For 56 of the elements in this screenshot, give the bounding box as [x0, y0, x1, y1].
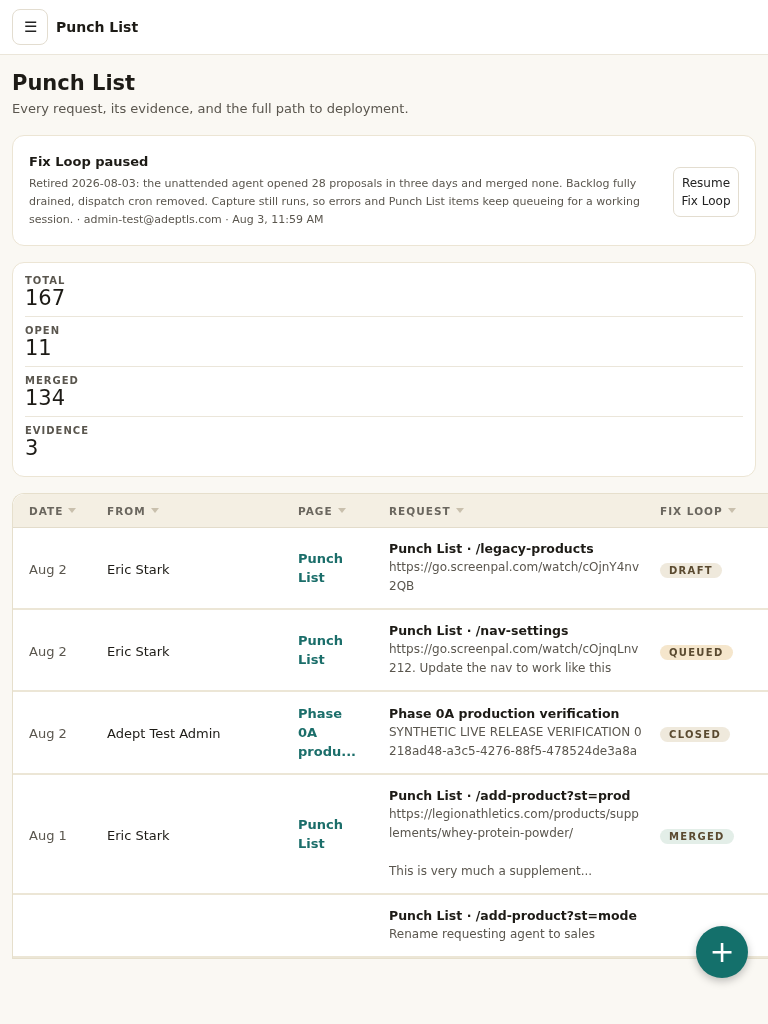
column-header[interactable]: REQUEST	[389, 504, 451, 517]
sender-cell: Eric Stark	[107, 561, 170, 577]
app-title: Punch List	[56, 19, 139, 35]
status-badge: MERGED	[660, 828, 734, 844]
date-cell: Aug 1	[29, 827, 67, 843]
column-header[interactable]: DATE	[29, 504, 64, 517]
stat-value: 167	[25, 286, 67, 310]
sort-caret-icon[interactable]	[337, 508, 346, 513]
table-row[interactable]: Aug 2 Adept Test Admin Phase 0A produ... Phase 0A production verification SYNTHETIC LIVE RELEASE VERIFICATION 0218ad48-a3c5-4276-88f5-478524de3a8a CLOSED	[13, 692, 768, 775]
request-text: https://legionathletics.com/products/supplements/whey-protein-powder/ This is very much a supplement...	[389, 806, 640, 880]
column-header[interactable]: PAGE	[298, 504, 333, 517]
date-cell: Aug 2	[29, 643, 67, 659]
column-header[interactable]: FROM	[107, 504, 146, 517]
resume-button[interactable]: Resume Fix Loop	[673, 166, 739, 217]
sort-caret-icon[interactable]	[150, 508, 159, 513]
notice-text: Retired 2026-08-03: the unattended agent opened 28 proposals in three days and merged none. Backlog fully drained, dispatch cron removed. Capture still runs, so errors and Punch List items keep queueing for a working session. · admin-test@adeptls.com · Aug 3, 11:59 AM	[29, 176, 641, 228]
stat-value: 3	[25, 436, 40, 460]
sender-cell: Eric Stark	[107, 827, 170, 843]
page-link[interactable]: Punch List	[298, 815, 358, 853]
request-title: Punch List · /nav-settings	[389, 622, 570, 640]
notice-title: Fix Loop paused	[29, 154, 150, 169]
request-text: https://go.screenpal.com/watch/cOjnY4nv2QB	[389, 559, 641, 595]
date-cell: Aug 2	[29, 561, 67, 577]
request-text: Rename requesting agent to sales	[389, 926, 596, 943]
table-row[interactable]: Aug 2 Eric Stark Punch List Punch List · /nav-settings https://go.screenpal.com/watch/cOjnqLnv212. Update the nav to work like this QUEUED	[13, 610, 768, 692]
stat-label: TOTAL	[25, 275, 67, 286]
sender-cell: Adept Test Admin	[107, 726, 221, 741]
request-text: https://go.screenpal.com/watch/cOjnqLnv212. Update the nav to work like this	[389, 641, 640, 677]
stat-value: 11	[25, 336, 53, 360]
date-cell: Aug 2	[29, 726, 67, 741]
request-title: Punch List · /legacy-products	[389, 540, 595, 558]
status-badge: QUEUED	[660, 644, 733, 660]
request-title: Phase 0A production verification	[389, 704, 621, 723]
request-title: Punch List · /add-product?st=prod	[389, 787, 632, 805]
stat-label: OPEN	[25, 325, 62, 336]
column-header[interactable]: FIX LOOP	[660, 504, 723, 517]
sort-caret-icon[interactable]	[727, 508, 736, 513]
stat-label: MERGED	[25, 375, 80, 386]
menu-button[interactable]: ☰	[12, 9, 48, 45]
page-link[interactable]: Phase 0A produ...	[298, 704, 358, 761]
sort-caret-icon[interactable]	[455, 508, 464, 513]
table-row[interactable]: Aug 2 Eric Stark Punch List Punch List · /legacy-products https://go.screenpal.com/watch/cOjnY4nv2QB DRAFT	[13, 528, 768, 610]
sort-caret-icon[interactable]	[68, 508, 77, 513]
page-link[interactable]: Punch List	[298, 631, 358, 669]
stat-label: EVIDENCE	[25, 425, 90, 436]
stat-value: 134	[25, 386, 67, 410]
table-row[interactable]: Aug 1 Eric Stark Punch List Punch List · /add-product?st=prod https://legionathletics.com/products/supplements/whey-protein-powder/ This is very much a supplement... MERGED	[13, 775, 768, 895]
add-button[interactable]: +	[696, 926, 748, 978]
request-text: SYNTHETIC LIVE RELEASE VERIFICATION 0218ad48-a3c5-4276-88f5-478524de3a8a	[389, 723, 642, 760]
page-link[interactable]: Punch List	[298, 549, 358, 587]
status-badge: CLOSED	[660, 727, 730, 742]
page-subtitle: Every request, its evidence, and the full path to deployment.	[12, 101, 410, 116]
page-title: Punch List	[12, 71, 137, 95]
sender-cell: Eric Stark	[107, 643, 170, 659]
request-title: Punch List · /add-product?st=mode	[389, 907, 638, 925]
status-badge: DRAFT	[660, 562, 722, 578]
